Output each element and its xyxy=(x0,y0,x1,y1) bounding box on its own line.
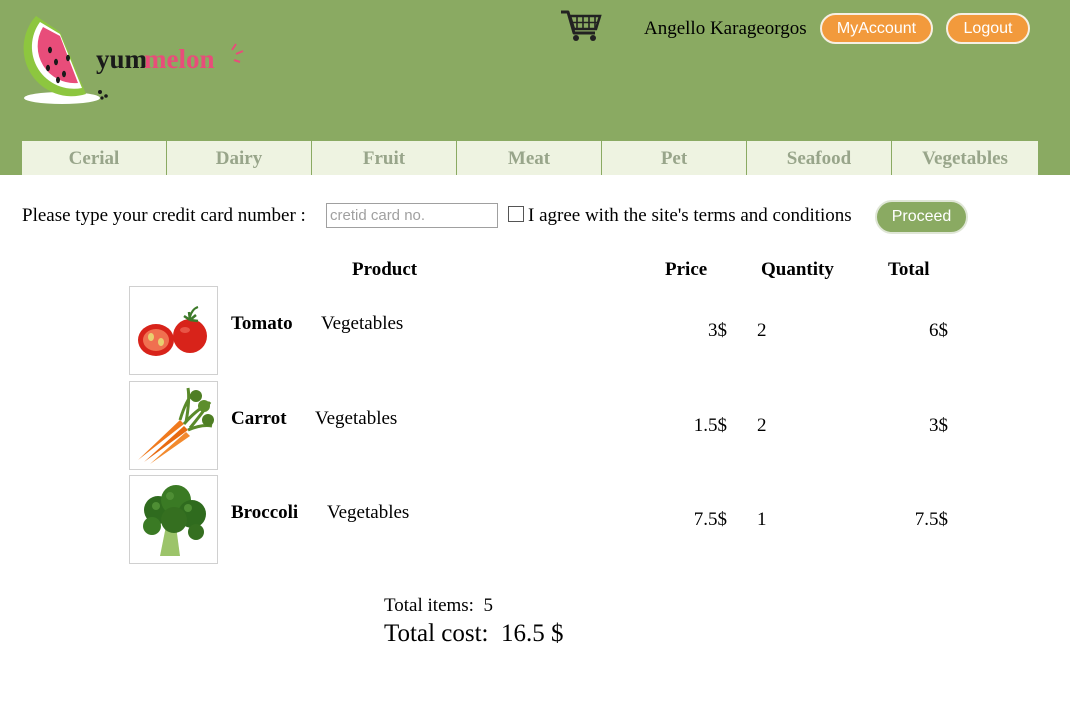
cart-row-tomato: Tomato Vegetables 3$ 2 6$ xyxy=(0,286,1070,376)
column-header-quantity: Quantity xyxy=(761,259,834,280)
product-quantity: 2 xyxy=(757,415,767,436)
watermelon-logo-icon: yum melon xyxy=(23,16,244,104)
myaccount-button[interactable]: MyAccount xyxy=(820,13,933,44)
username-label: Angello Karageorgos xyxy=(644,18,807,39)
total-items-label: Total items: xyxy=(384,595,474,616)
product-price: 1.5$ xyxy=(693,415,727,436)
product-category: Vegetables xyxy=(321,313,404,334)
terms-checkbox[interactable] xyxy=(508,206,524,222)
nav-item-cerial[interactable]: Cerial xyxy=(22,141,166,175)
total-items: Total items: 5 xyxy=(384,595,493,617)
total-cost-value: 16.5 $ xyxy=(500,620,564,647)
credit-card-input[interactable] xyxy=(326,203,498,228)
carrot-image xyxy=(129,381,218,470)
product-total: 6$ xyxy=(929,320,948,341)
product-quantity: 1 xyxy=(757,509,767,530)
logout-button[interactable]: Logout xyxy=(946,13,1030,44)
product-total: 7.5$ xyxy=(914,509,948,530)
nav-item-fruit[interactable]: Fruit xyxy=(312,141,456,175)
total-cost-label: Total cost: xyxy=(384,620,489,647)
category-nav: Cerial Dairy Fruit Meat Pet Seafood Vege… xyxy=(22,141,1055,175)
total-cost: Total cost: 16.5 $ xyxy=(384,620,563,648)
nav-item-vegetables[interactable]: Vegetables xyxy=(892,141,1038,175)
column-header-total: Total xyxy=(888,259,930,280)
column-header-price: Price xyxy=(665,259,708,280)
product-category: Vegetables xyxy=(315,408,398,429)
cart-row-carrot: Carrot Vegetables 1.5$ 2 3$ xyxy=(0,381,1070,471)
total-items-value: 5 xyxy=(483,595,493,616)
column-header-product: Product xyxy=(352,259,418,280)
product-name: Carrot xyxy=(231,408,287,429)
credit-card-label: Please type your credit card number : xyxy=(22,205,306,226)
proceed-button[interactable]: Proceed xyxy=(875,200,968,234)
product-price: 3$ xyxy=(708,320,727,341)
site-header: yum melon Angello Karageorgos MyAccount … xyxy=(0,0,1070,175)
nav-item-meat[interactable]: Meat xyxy=(457,141,601,175)
nav-item-seafood[interactable]: Seafood xyxy=(747,141,891,175)
logo-text-melon: melon xyxy=(144,44,215,74)
product-quantity: 2 xyxy=(757,320,767,341)
terms-label: I agree with the site's terms and condit… xyxy=(528,205,852,226)
cart-row-broccoli: Broccoli Vegetables 7.5$ 1 7.5$ xyxy=(0,475,1070,565)
product-price: 7.5$ xyxy=(693,509,727,530)
yummelon-logo[interactable]: yum melon xyxy=(20,12,252,110)
shopping-cart-icon[interactable] xyxy=(559,9,603,43)
product-name: Broccoli xyxy=(231,502,299,523)
product-name: Tomato xyxy=(231,313,293,334)
broccoli-image xyxy=(129,475,218,564)
nav-item-dairy[interactable]: Dairy xyxy=(167,141,311,175)
product-category: Vegetables xyxy=(327,502,410,523)
tomato-image xyxy=(129,286,218,375)
logo-text-yum: yum xyxy=(96,44,148,74)
nav-item-pet[interactable]: Pet xyxy=(602,141,746,175)
product-total: 3$ xyxy=(929,415,948,436)
